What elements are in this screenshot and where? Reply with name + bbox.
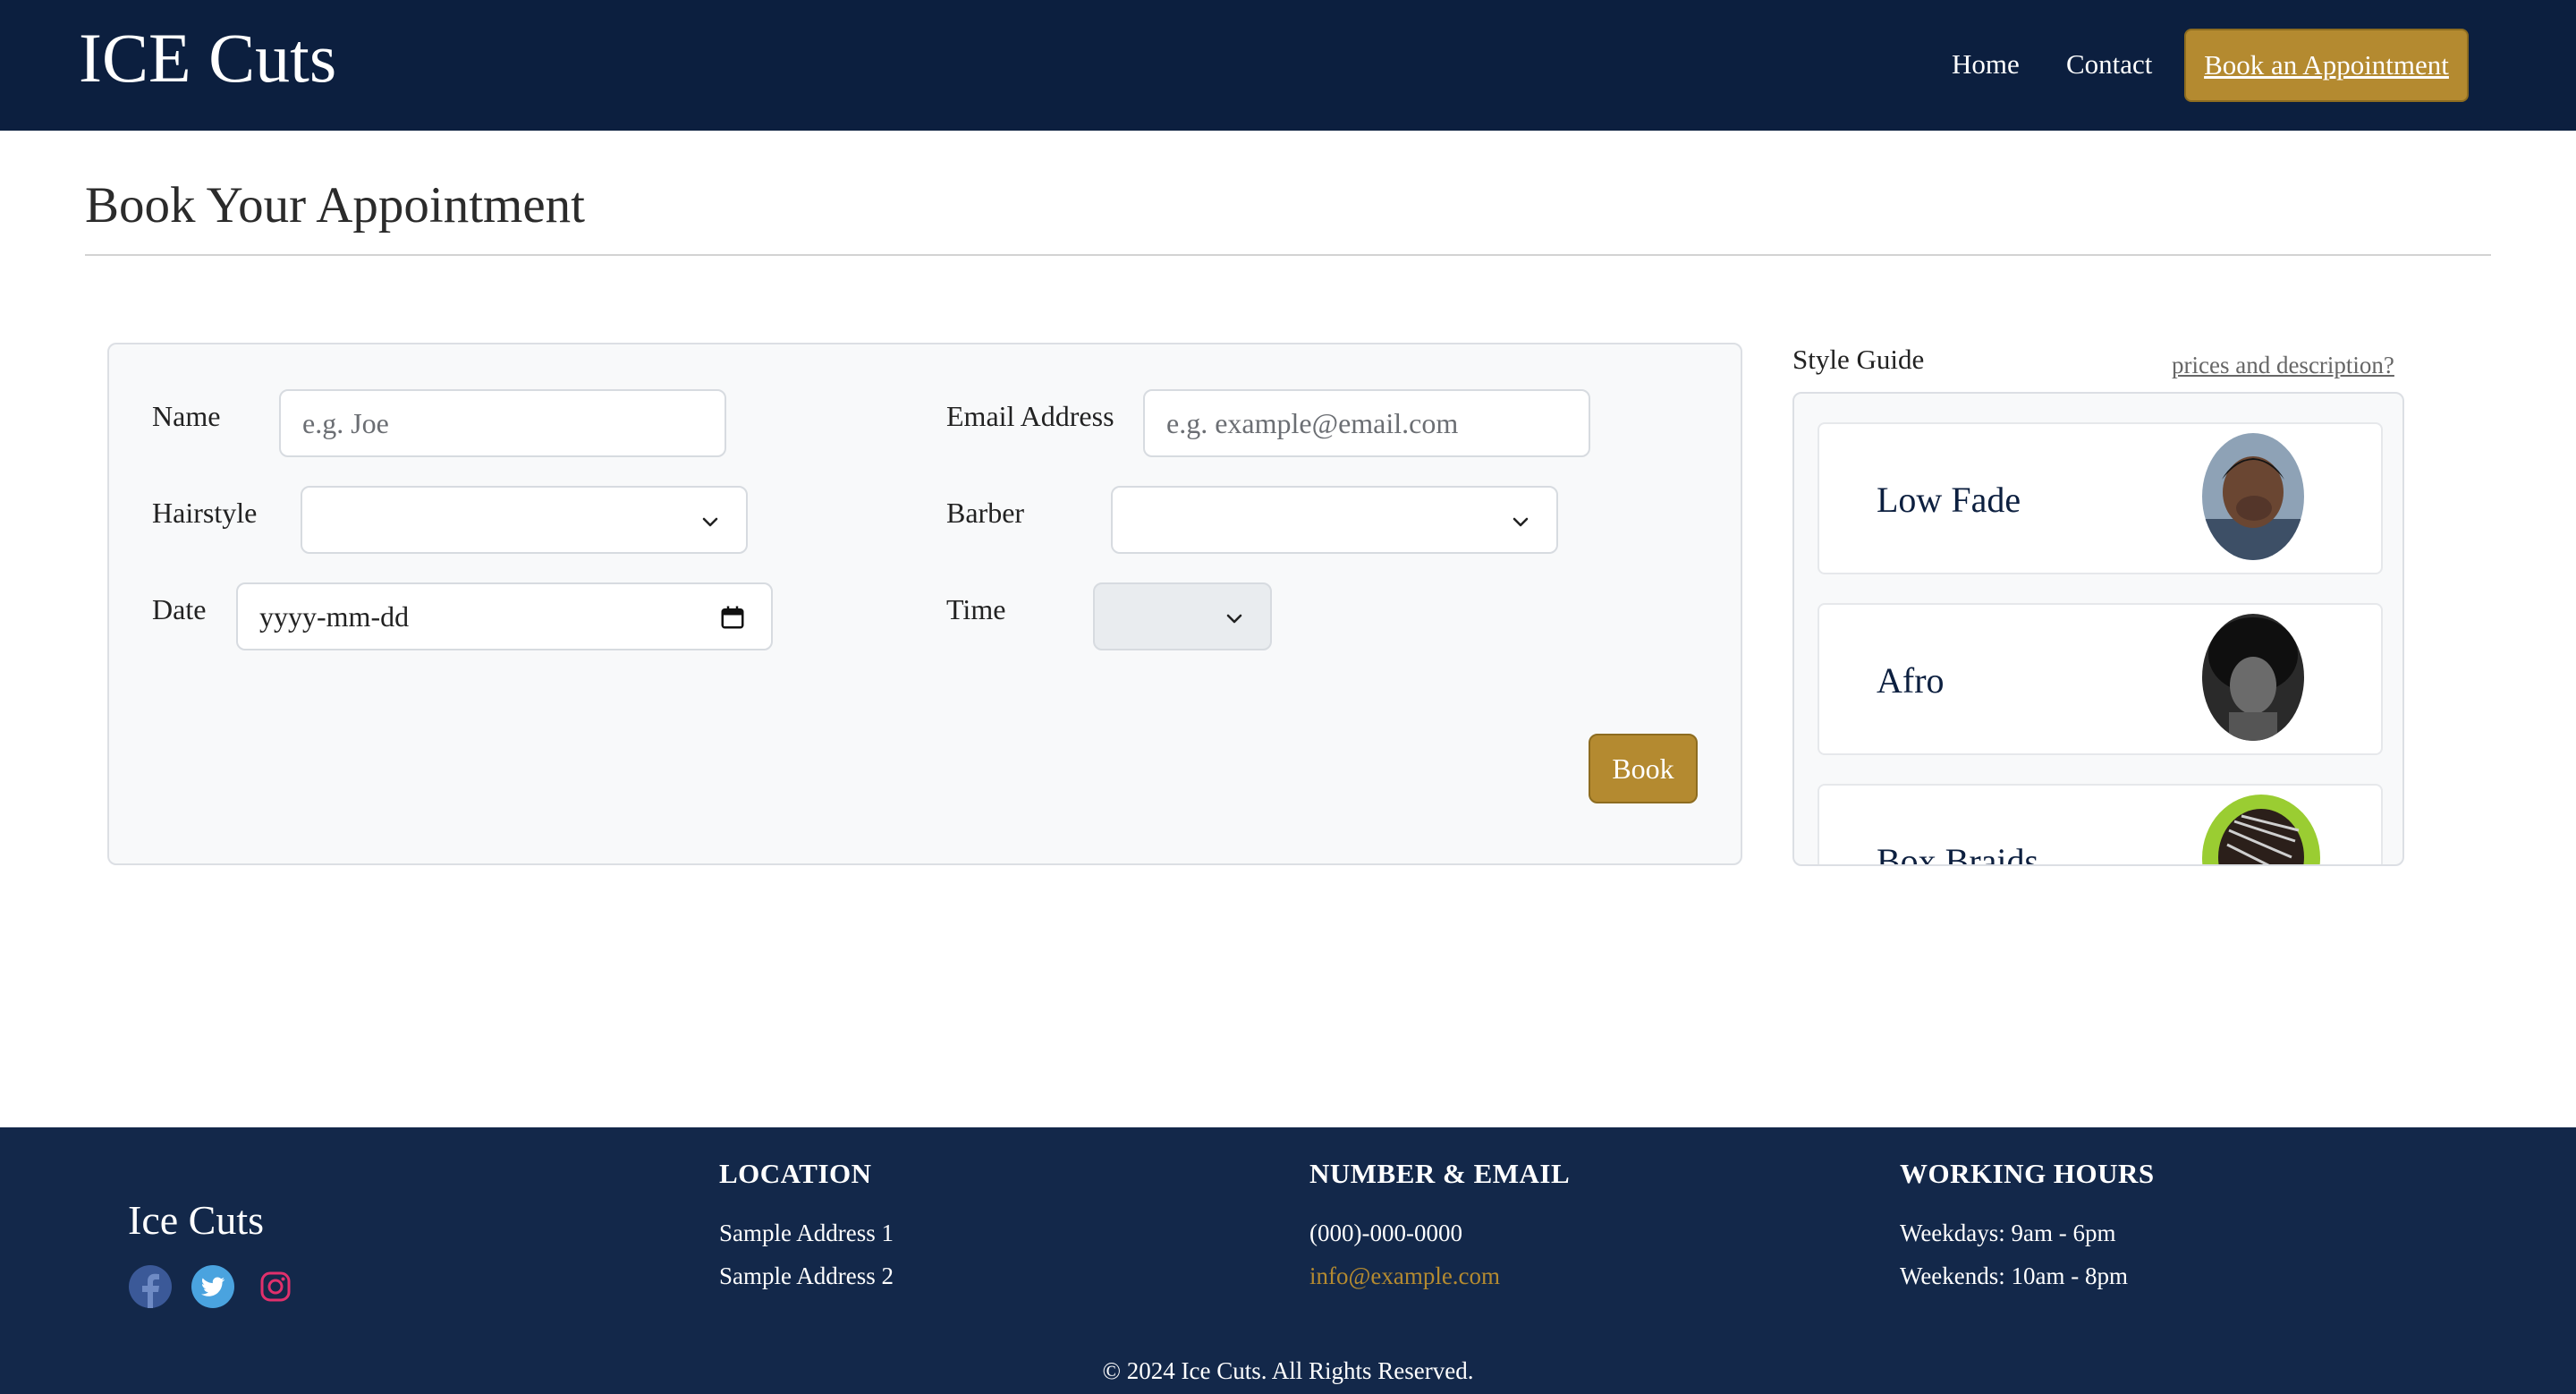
site-footer: Ice Cuts LOCATION Sample Address 1 Sampl…	[0, 1127, 2576, 1394]
instagram-icon[interactable]	[259, 1271, 292, 1303]
date-placeholder: yyyy-mm-dd	[259, 599, 410, 633]
working-hours-heading: WORKING HOURS	[1900, 1158, 2155, 1189]
date-input[interactable]: yyyy-mm-dd	[236, 582, 773, 650]
address-line-2: Sample Address 2	[719, 1262, 894, 1289]
style-name: Box Braids	[1877, 841, 2039, 866]
copyright-text: © 2024 Ice Cuts. All Rights Reserved.	[1102, 1357, 1474, 1384]
barber-select[interactable]	[1111, 486, 1558, 554]
email-link[interactable]: info@example.com	[1309, 1260, 1500, 1292]
hairstyle-select[interactable]	[301, 486, 748, 554]
style-guide-list[interactable]: Low Fade Afro Box Braids	[1792, 392, 2404, 866]
address-line-1: Sample Address 1	[719, 1220, 894, 1246]
facebook-icon[interactable]	[129, 1265, 172, 1308]
afro-photo-icon	[2202, 614, 2304, 741]
low-fade-photo-icon	[2202, 433, 2304, 560]
number-email-heading: NUMBER & EMAIL	[1309, 1158, 1571, 1189]
book-button[interactable]: Book	[1589, 734, 1698, 803]
hairstyle-label: Hairstyle	[152, 497, 258, 529]
style-guide-title: Style Guide	[1792, 344, 1925, 375]
email-label: Email Address	[946, 400, 1114, 432]
prices-description-link[interactable]: prices and description?	[2172, 349, 2394, 381]
phone-number: (000)-000-0000	[1309, 1220, 1462, 1246]
name-input[interactable]	[302, 406, 703, 440]
style-card-low-fade[interactable]: Low Fade	[1818, 422, 2383, 574]
time-label: Time	[946, 593, 1006, 625]
location-heading: LOCATION	[719, 1158, 872, 1189]
title-divider	[85, 254, 2491, 256]
barber-label: Barber	[946, 497, 1025, 529]
box-braids-photo-icon	[2202, 795, 2320, 864]
chevron-down-icon	[1226, 614, 1242, 624]
nav-home-link[interactable]: Home	[1952, 47, 2020, 82]
footer-brand: Ice Cuts	[128, 1197, 265, 1243]
style-card-afro[interactable]: Afro	[1818, 603, 2383, 755]
page-title: Book Your Appointment	[85, 177, 586, 234]
time-select[interactable]	[1093, 582, 1272, 650]
weekday-hours: Weekdays: 9am - 6pm	[1900, 1220, 2116, 1246]
book-appointment-nav-button[interactable]: Book an Appointment	[2184, 29, 2469, 102]
twitter-icon[interactable]	[191, 1265, 234, 1308]
site-header: ICE Cuts Home Contact Book an Appointmen…	[0, 0, 2576, 131]
email-field[interactable]	[1143, 389, 1590, 457]
name-label: Name	[152, 400, 221, 432]
weekend-hours: Weekends: 10am - 8pm	[1900, 1262, 2129, 1289]
chevron-down-icon	[1513, 517, 1529, 527]
chevron-down-icon	[702, 517, 718, 527]
style-card-box-braids[interactable]: Box Braids	[1818, 784, 2383, 866]
date-label: Date	[152, 593, 207, 625]
style-name: Low Fade	[1877, 480, 2021, 520]
brand-logo[interactable]: ICE Cuts	[79, 16, 336, 100]
nav-contact-link[interactable]: Contact	[2066, 47, 2152, 82]
calendar-icon[interactable]	[719, 604, 746, 631]
booking-form: Name Email Address Hairstyle Barber Date…	[107, 343, 1742, 865]
email-input[interactable]	[1166, 406, 1567, 440]
name-field[interactable]	[279, 389, 726, 457]
style-name: Afro	[1877, 660, 1945, 701]
